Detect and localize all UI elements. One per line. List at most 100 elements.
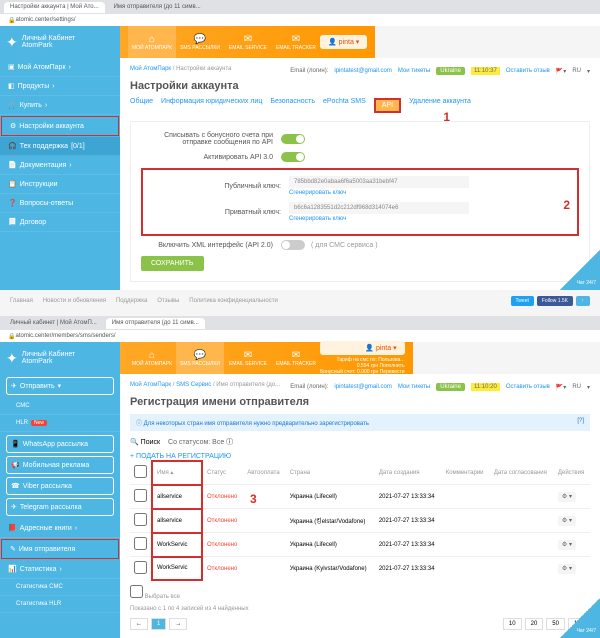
nav-sms-2[interactable]: 💬SMS РАССЫЛКИ bbox=[176, 342, 224, 374]
tab2-1[interactable]: Личный кабинет | Мой АтомП... bbox=[4, 318, 103, 329]
review-link[interactable]: Оставить отзыв bbox=[506, 68, 550, 74]
side-stats-sms[interactable]: Статистика СМС bbox=[0, 579, 120, 596]
send-button[interactable]: ✈ Отправить ▾ bbox=[6, 377, 114, 395]
side-addressbook[interactable]: 📕 Адресные книги › bbox=[0, 519, 120, 538]
tab-legal[interactable]: Информация юридических лиц bbox=[161, 98, 262, 113]
side-settings[interactable]: ⚙ Настройки аккаунта bbox=[1, 116, 119, 136]
col-name[interactable]: Имя ▴ bbox=[152, 461, 202, 485]
tab-delete[interactable]: Удаление аккаунта bbox=[409, 98, 471, 113]
tab-general[interactable]: Общие bbox=[130, 98, 153, 113]
side-telegram[interactable]: ✈ Telegram рассылка bbox=[6, 498, 114, 516]
country-badge-2: Ukraine bbox=[436, 383, 465, 391]
user-menu-2[interactable]: 👤 pinta ▾ bbox=[320, 341, 405, 355]
tweet-button[interactable]: Tweet bbox=[511, 296, 534, 306]
register-link[interactable]: + ПОДАТЬ НА РЕГИСТРАЦИЮ bbox=[130, 453, 590, 460]
side-products[interactable]: ◧ Продукты › bbox=[0, 77, 120, 96]
tab-security[interactable]: Безопасность bbox=[270, 98, 315, 113]
tickets-link-2[interactable]: Мои тикеты bbox=[398, 384, 430, 390]
nav-tracker-2[interactable]: ✉EMAIL TRACKER bbox=[272, 342, 320, 374]
row-action[interactable]: ⚙ ▾ bbox=[558, 540, 576, 550]
chat-widget-2[interactable]: Чат 24/7 bbox=[560, 598, 600, 638]
tab2-2[interactable]: Имя отправителя (до 11 симв... bbox=[106, 318, 205, 329]
row-action[interactable]: ⚙ ▾ bbox=[558, 492, 576, 502]
nav-atompark[interactable]: ⌂МОЙ АТОМПАРК bbox=[128, 26, 176, 58]
bc-home[interactable]: Мой АтомПарк bbox=[130, 66, 171, 72]
tab-1[interactable]: Настройки аккаунта | Мой Ато... bbox=[4, 2, 105, 13]
col-comments[interactable]: Комментарии bbox=[442, 461, 490, 485]
browser-tabs: Настройки аккаунта | Мой Ато... Имя отпр… bbox=[0, 0, 600, 14]
col-autopay[interactable]: Автооплата bbox=[243, 461, 285, 485]
nav-email-2[interactable]: ✉EMAIL SERVICE bbox=[224, 342, 272, 374]
side-sender-name[interactable]: ✎ Имя отправителя bbox=[1, 539, 119, 559]
footer-home[interactable]: Главная bbox=[10, 298, 33, 304]
status-filter[interactable]: Со статусом: Все bbox=[168, 439, 224, 446]
col-status[interactable]: Статус bbox=[202, 461, 243, 485]
tickets-link[interactable]: Мои тикеты bbox=[398, 68, 430, 74]
page-prev[interactable]: ← bbox=[130, 618, 148, 630]
select-all-bottom[interactable] bbox=[130, 585, 143, 598]
footer-privacy[interactable]: Политика конфиденциальности bbox=[189, 298, 278, 304]
info-help[interactable]: [?] bbox=[577, 418, 584, 424]
nav-atompark-2[interactable]: ⌂МОЙ АТОМПАРК bbox=[128, 342, 176, 374]
side-contract[interactable]: 📃 Договор bbox=[0, 213, 120, 232]
side-stats-hlr[interactable]: Статистика HLR bbox=[0, 596, 120, 613]
bc-sms[interactable]: SMS Сервис bbox=[176, 382, 211, 388]
row-checkbox[interactable] bbox=[134, 561, 147, 574]
side-buy[interactable]: 🛒 Купить › bbox=[0, 96, 120, 115]
row-checkbox[interactable] bbox=[134, 513, 147, 526]
footer-reviews[interactable]: Отзывы bbox=[157, 298, 179, 304]
search-label: Поиск bbox=[141, 439, 160, 446]
url-bar-2[interactable]: 🔒 atomic.center/members/sms/senders/ bbox=[0, 330, 600, 342]
side-docs[interactable]: 📄 Документация › bbox=[0, 156, 120, 175]
url-bar[interactable]: 🔒 atomic.center/settings/ bbox=[0, 14, 600, 26]
side-support[interactable]: 🎧 Тех поддержка [0/1] bbox=[0, 137, 120, 156]
row-action[interactable]: ⚙ ▾ bbox=[558, 564, 576, 574]
side-stats[interactable]: 📊 Статистика › bbox=[0, 560, 120, 579]
save-button[interactable]: СОХРАНИТЬ bbox=[141, 256, 204, 271]
chat-widget[interactable]: Чат 24/7 bbox=[560, 250, 600, 290]
tab-epochta[interactable]: ePochta SMS bbox=[323, 98, 366, 113]
side-faq[interactable]: ❓ Вопросы-ответы bbox=[0, 194, 120, 213]
pp-10[interactable]: 10 bbox=[503, 618, 522, 630]
privkey-value[interactable]: b6c6a1283551d2c212df968d314074e6 bbox=[289, 202, 469, 214]
pubkey-value[interactable]: 785bbd82e0abaa6f6a5003aa31bebf47 bbox=[289, 176, 469, 188]
row-checkbox[interactable] bbox=[134, 537, 147, 550]
col-date[interactable]: Дата создания bbox=[375, 461, 442, 485]
scroll-top[interactable]: ↑ bbox=[576, 296, 590, 306]
review-link-2[interactable]: Оставить отзыв bbox=[506, 384, 550, 390]
xml-toggle[interactable] bbox=[281, 240, 305, 250]
user-menu[interactable]: 👤 pinta ▾ bbox=[320, 35, 367, 49]
side-mobile-ads[interactable]: 📢 Мобильная реклама bbox=[6, 456, 114, 474]
footer-news[interactable]: Новости и обновления bbox=[43, 298, 106, 304]
logo[interactable]: ✦ Личный КабинетAtomPark bbox=[0, 26, 120, 58]
nav-sms[interactable]: 💬SMS РАССЫЛКИ bbox=[176, 26, 224, 58]
keys-box: Публичный ключ: 785bbd82e0abaa6f6a5003aa… bbox=[141, 168, 579, 236]
side-viber[interactable]: ☎ Viber рассылка bbox=[6, 477, 114, 495]
side-instructions[interactable]: 📋 Инструкции bbox=[0, 175, 120, 194]
side-whatsapp[interactable]: 📱 WhatsApp рассылка bbox=[6, 435, 114, 453]
row-checkbox[interactable] bbox=[134, 489, 147, 502]
footer-support[interactable]: Поддержка bbox=[116, 298, 147, 304]
side-sms[interactable]: СМС bbox=[0, 398, 120, 415]
nav-email[interactable]: ✉EMAIL SERVICE bbox=[224, 26, 272, 58]
logo-2[interactable]: ✦ Личный КабинетAtomPark bbox=[0, 342, 120, 374]
pubkey-regen[interactable]: Сгенерировать ключ bbox=[289, 190, 469, 196]
page-1[interactable]: 1 bbox=[151, 618, 166, 630]
page-next[interactable]: → bbox=[169, 618, 187, 630]
privkey-regen[interactable]: Сгенерировать ключ bbox=[289, 216, 469, 222]
side-hlr[interactable]: HLR New bbox=[0, 415, 120, 432]
col-agree-date[interactable]: Дата согласования bbox=[490, 461, 554, 485]
tab-api[interactable]: API bbox=[374, 98, 401, 113]
col-country[interactable]: Страна bbox=[286, 461, 375, 485]
side-atompark[interactable]: ▣ Мой АтомПарк › bbox=[0, 58, 120, 77]
table-row: WorkServicОтклоненоУкраина (Lifecell)202… bbox=[130, 533, 590, 557]
select-all-checkbox[interactable] bbox=[134, 465, 147, 478]
row-action[interactable]: ⚙ ▾ bbox=[558, 516, 576, 526]
fb-button[interactable]: Follow 1.5K bbox=[537, 296, 573, 306]
tab-2[interactable]: Имя отправителя (до 11 симв... bbox=[108, 2, 207, 13]
nav-tracker[interactable]: ✉EMAIL TRACKER bbox=[272, 26, 320, 58]
activate-toggle[interactable] bbox=[281, 152, 305, 162]
bc-home-2[interactable]: Мой АтомПарк bbox=[130, 382, 171, 388]
pp-20[interactable]: 20 bbox=[525, 618, 544, 630]
bonus-toggle[interactable] bbox=[281, 134, 305, 144]
